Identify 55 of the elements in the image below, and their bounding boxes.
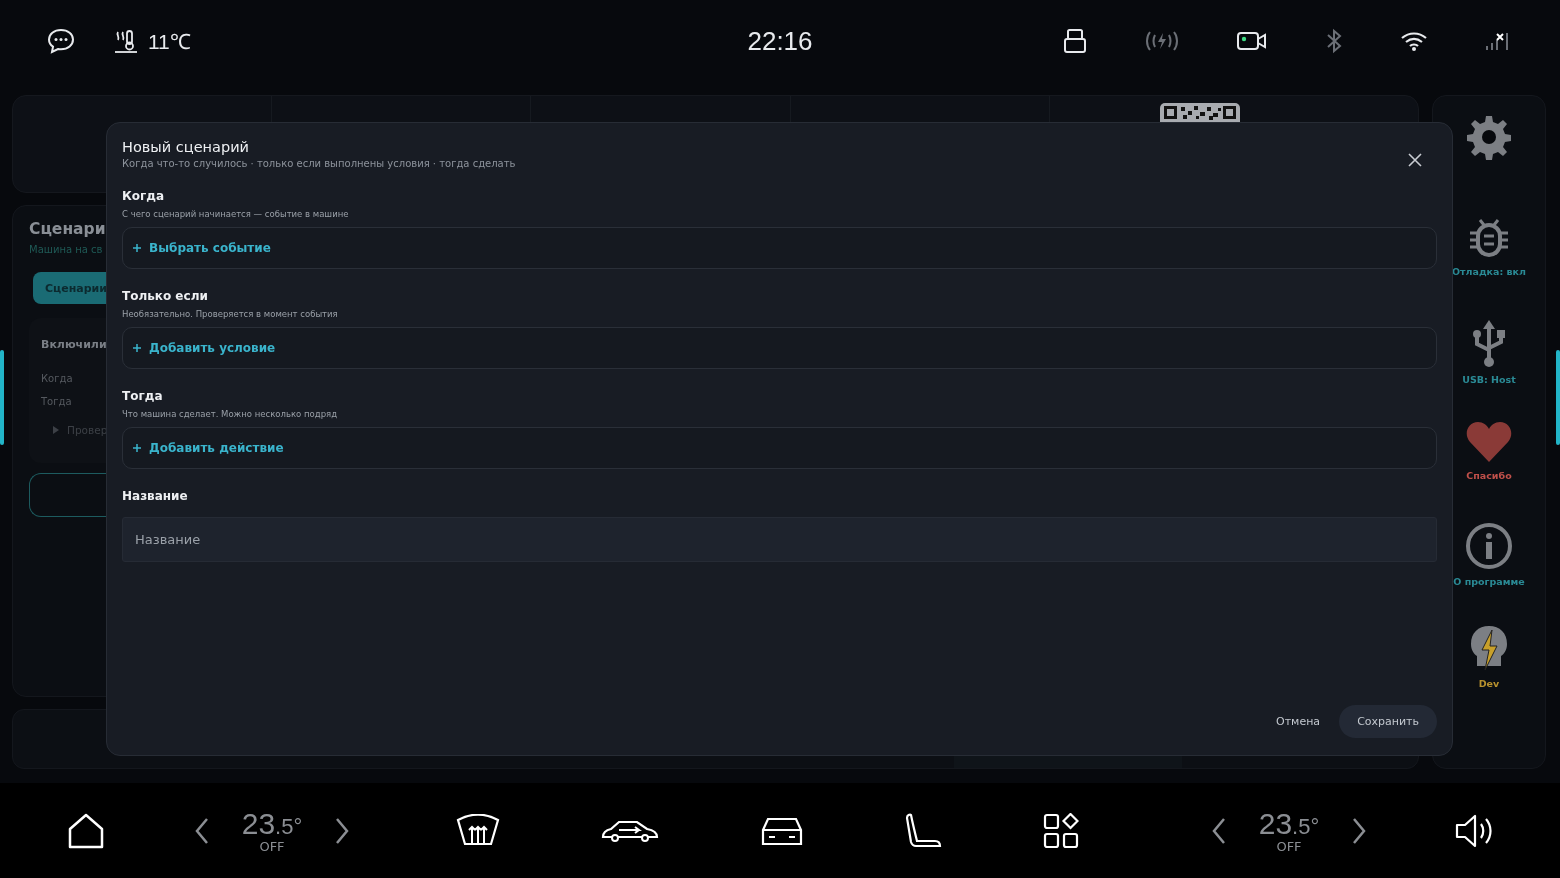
dialog-subtitle: Когда что-то случилось · только если выполнены условия · тогда сделать xyxy=(122,158,516,169)
section-hint: С чего сценарий начинается — событие в машине xyxy=(122,209,350,219)
dialog-title: Новый сценарий xyxy=(122,139,250,155)
name-field[interactable]: Название xyxy=(122,517,1437,562)
panel-title: Сценари xyxy=(29,220,107,238)
usb-icon[interactable] xyxy=(1471,318,1507,368)
chevron-left-icon[interactable] xyxy=(1211,816,1227,845)
section-title: Только если xyxy=(122,289,209,303)
climate-status: OFF xyxy=(1276,839,1302,854)
section-title: Название xyxy=(122,489,189,503)
sidebar-label[interactable]: О программе xyxy=(1453,576,1525,587)
settings-icon[interactable] xyxy=(1466,114,1512,160)
lightning-skull-icon[interactable] xyxy=(1469,624,1509,672)
apps-icon[interactable] xyxy=(1043,812,1079,849)
sidebar-label[interactable]: Отладка: вкл xyxy=(1452,266,1526,277)
chevron-right-icon[interactable] xyxy=(334,816,350,845)
add-button[interactable]: Добавить действие xyxy=(122,427,1437,469)
section-hint: Что машина сделает. Можно несколько подряд xyxy=(122,409,339,419)
plus-icon xyxy=(133,444,141,452)
cancel-button[interactable]: Отмена xyxy=(1273,705,1324,738)
sidebar-label[interactable]: USB: Host xyxy=(1462,374,1516,385)
add-button[interactable]: Выбрать событие xyxy=(122,227,1437,269)
save-button[interactable]: Сохранить xyxy=(1339,705,1437,738)
camera-icon xyxy=(1236,29,1268,53)
outside-temperature: 11℃ xyxy=(148,29,191,55)
sidebar-label[interactable]: Спасибо xyxy=(1466,470,1512,481)
bug-icon[interactable] xyxy=(1469,216,1509,260)
climate-status: OFF xyxy=(259,839,285,854)
usb-drive-icon xyxy=(1062,27,1088,55)
panel-subtitle: Машина на св xyxy=(29,244,104,255)
info-icon[interactable] xyxy=(1465,522,1513,570)
wifi-icon xyxy=(1400,30,1428,52)
qr-code-icon xyxy=(1159,103,1240,123)
sidebar-label[interactable]: Dev xyxy=(1478,678,1500,689)
section-hint: Необязательно. Проверяется в момент события xyxy=(122,309,339,319)
scenario-title: Включили xyxy=(41,338,107,351)
chevron-left-icon[interactable] xyxy=(194,816,210,845)
section-title: Тогда xyxy=(122,389,164,403)
plus-icon xyxy=(133,244,141,252)
row-label: Когда xyxy=(41,373,71,384)
close-icon[interactable] xyxy=(1408,153,1422,167)
chat-icon[interactable] xyxy=(46,27,76,55)
wireless-charging-icon xyxy=(1144,29,1180,53)
seat-icon[interactable] xyxy=(905,811,943,850)
plus-icon xyxy=(133,344,141,352)
clock-time: 22:16 xyxy=(747,25,813,57)
heated-thermometer-icon xyxy=(114,28,138,54)
section-title: Когда xyxy=(122,189,166,203)
temperature-setting: 23.5° xyxy=(241,807,303,841)
chevron-right-icon[interactable] xyxy=(1351,816,1367,845)
add-button[interactable]: Добавить условие xyxy=(122,327,1437,369)
windshield-defrost-icon[interactable] xyxy=(455,813,501,848)
temperature-setting: 23.5° xyxy=(1258,807,1320,841)
heart-icon[interactable] xyxy=(1465,420,1513,464)
row-label: Тогда xyxy=(41,396,71,407)
